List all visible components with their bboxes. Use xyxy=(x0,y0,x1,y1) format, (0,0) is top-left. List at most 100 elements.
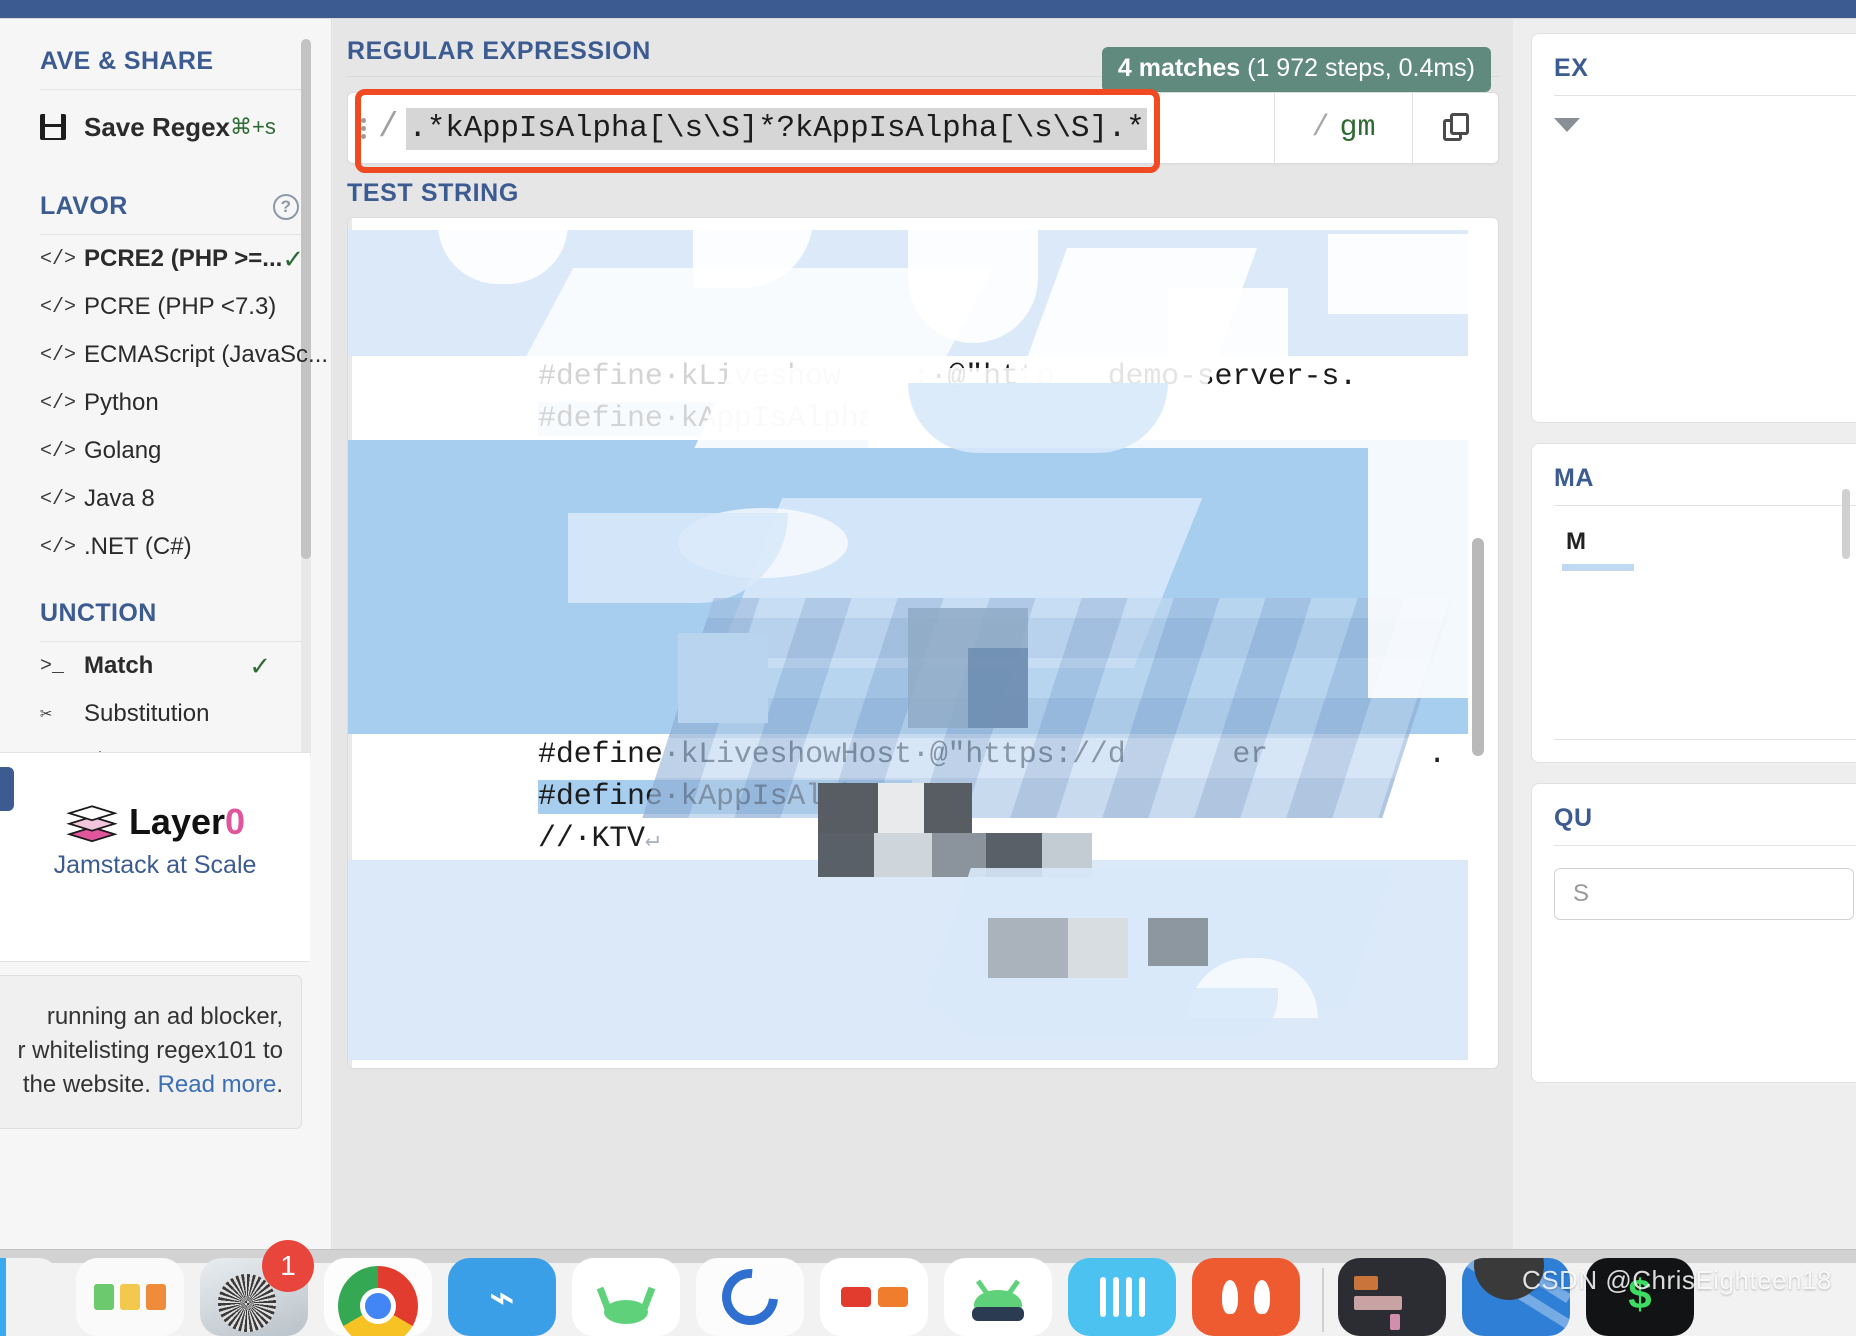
sidebar-item-flavor-java8[interactable]: </> Java 8 xyxy=(0,475,331,523)
test-string-line[interactable]: @"c417100d250532a 60513 27t 5b 88 74 9a1… xyxy=(348,650,1468,730)
sidebar-item-flavor-golang[interactable]: </> Golang xyxy=(0,427,331,475)
sidebar-item-flavor-pcre2[interactable]: </> PCRE2 (PHP >=... ✓ xyxy=(0,235,331,283)
macos-dock: 1 ⌁ $ CSDN @ChrisEighteen18 xyxy=(0,1240,1856,1336)
bluetooth-icon[interactable]: ⌁ xyxy=(448,1258,556,1336)
system-preferences-icon[interactable]: 1 xyxy=(200,1240,314,1336)
code-icon: </> xyxy=(40,391,77,415)
firefox-focus-icon[interactable] xyxy=(1192,1258,1300,1336)
layers-icon xyxy=(66,805,118,843)
match-information-item[interactable]: M xyxy=(1532,506,1856,556)
save-share-section-title: AVE & SHARE xyxy=(0,19,331,89)
android-studio-icon[interactable] xyxy=(572,1258,680,1336)
drag-handle-icon[interactable] xyxy=(348,93,378,163)
test-string-line[interactable]: #define·kLiveshowAppID·50↵ xyxy=(348,986,1468,1060)
sidebar-ad-panel[interactable]: Layer0 Jamstack at Scale xyxy=(0,752,310,962)
ad-logo: Layer0 xyxy=(0,801,310,843)
save-share-label: AVE & SHARE xyxy=(40,47,214,75)
regex-value: .*kAppIsAlpha[\s\S]*?kAppIsAlpha[\s\S].* xyxy=(406,108,1147,150)
match-information-title: MA xyxy=(1554,464,1595,492)
regex-input-row[interactable]: / .*kAppIsAlpha[\s\S]*?kAppIsAlpha[\s\S]… xyxy=(347,92,1499,164)
flags-value: gm xyxy=(1339,111,1376,145)
save-regex-label: Save Regex xyxy=(84,111,230,142)
test-string-line[interactable]: #define·kLive App gn· xyxy=(348,608,1468,688)
match-count-badge: 4 matches (1 972 steps, 0.4ms) xyxy=(1101,47,1491,92)
flavor-label: LAVOR xyxy=(40,192,128,220)
ad-logo-text: Layer0 xyxy=(129,801,245,843)
test-string-editor[interactable]: #define·kLiveshowAppSign· @"c417100d 9aa… xyxy=(347,217,1499,1069)
launchpad-icon[interactable] xyxy=(76,1258,184,1336)
test-string-line[interactable]: //·秀场直播↵ xyxy=(348,524,1468,604)
finder-icon[interactable] xyxy=(0,1258,60,1336)
chevron-down-icon[interactable] xyxy=(1554,118,1580,132)
main-content: REGULAR EXPRESSION 4 matches (1 972 step… xyxy=(333,19,1513,1249)
adblock-notice-line-3: the website. Read more. xyxy=(0,1068,283,1102)
code-icon: </> xyxy=(40,247,77,271)
quick-reference-search-input[interactable]: S xyxy=(1554,868,1854,920)
test-string-line[interactable]: //·KTV↵ xyxy=(348,776,1468,856)
csdn-watermark: CSDN @ChrisEighteen18 xyxy=(1521,1265,1832,1295)
sidebar-item-function-match[interactable]: >_ Match ✓ xyxy=(0,642,331,690)
code-icon: </> xyxy=(40,295,77,319)
sidebar-item-save-regex[interactable]: Save Regex ⌘+s xyxy=(0,90,331,164)
floppy-disk-icon xyxy=(40,114,84,140)
flavor-label-java8: Java 8 xyxy=(84,485,155,512)
sidebar-item-flavor-dotnet[interactable]: </> .NET (C#) xyxy=(0,523,331,571)
adblock-notice-text: the website. xyxy=(22,1071,158,1099)
help-circle-icon[interactable]: ? xyxy=(273,194,299,220)
test-string-line[interactable]: #define·kLiveshow :·@"http demo-server-s… xyxy=(348,314,1468,394)
function-label: UNCTION xyxy=(40,599,157,627)
right-panel: EX MA M QU S xyxy=(1513,19,1856,1249)
android-icon[interactable] xyxy=(944,1258,1052,1336)
sidebar-item-flavor-pcre[interactable]: </> PCRE (PHP <7.3) xyxy=(0,283,331,331)
flavor-label-dotnet: .NET (C#) xyxy=(84,533,192,560)
sidebar-item-function-substitution[interactable]: ✂ Substitution xyxy=(0,690,331,738)
function-label-substitution: Substitution xyxy=(84,700,210,727)
chrome-icon[interactable] xyxy=(324,1258,432,1336)
explanation-title: EX xyxy=(1554,54,1589,82)
copy-regex-button[interactable] xyxy=(1412,93,1498,163)
code-icon: </> xyxy=(40,343,77,367)
ad-tagline[interactable]: Jamstack at Scale xyxy=(0,851,310,880)
match-information-card[interactable]: MA M xyxy=(1531,443,1856,763)
code-icon: </> xyxy=(40,487,77,511)
right-panel-scroll-thumb[interactable] xyxy=(1842,489,1850,559)
test-string-line[interactable]: @"c417100d 9aa3a7e6 3fdc87ffac4 7b88 1dc… xyxy=(348,272,1468,352)
test-string-line[interactable]: ↵ xyxy=(348,398,1468,476)
flavor-label-pcre2: PCRE2 (PHP >=... xyxy=(84,245,283,272)
sidebar-item-flavor-ecmascript[interactable]: </> ECMAScript (JavaSc... xyxy=(0,331,331,379)
test-string-line[interactable]: #define·kLiveshowAppSign· xyxy=(348,230,1468,310)
test-string-line[interactable]: #define·kAppIsAlpha·0↵ xyxy=(348,734,1468,814)
test-string-line[interactable]: //·秀场直播↵ xyxy=(348,944,1468,1024)
code-icon: </> xyxy=(40,439,77,463)
test-string-scroll-thumb[interactable] xyxy=(1472,538,1484,756)
test-string-content[interactable]: #define·kLiveshowAppSign· @"c417100d 9aa… xyxy=(348,230,1468,1060)
test-string-line[interactable]: #define·kKTVAppID·3324 xyxy=(348,818,1468,898)
function-label-match: Match xyxy=(84,652,154,679)
divider xyxy=(1554,95,1856,96)
test-string-line[interactable]: #define·k show ID·5 1 xyxy=(348,566,1468,646)
read-more-link[interactable]: Read more xyxy=(158,1071,277,1098)
test-string-line[interactable]: ↵ xyxy=(348,902,1468,980)
test-string-line[interactable]: #define·kLiveshowHost·@"https://d er . xyxy=(348,692,1468,772)
regex-flags[interactable]: / gm xyxy=(1274,93,1412,163)
trello-icon[interactable] xyxy=(820,1258,928,1336)
simulator-icon[interactable] xyxy=(1068,1258,1176,1336)
ad-logo-word: Layer xyxy=(128,801,226,842)
match-count: 4 matches xyxy=(1117,54,1241,82)
divider xyxy=(1554,845,1856,846)
test-string-line[interactable]: #define·kKTVSign·#define·k 9↵ xyxy=(348,860,1468,940)
dock-separator xyxy=(1322,1267,1324,1332)
test-string-line[interactable]: #define·kLiveshowAppSign· xyxy=(348,1028,1468,1060)
check-icon: ✓ xyxy=(282,243,305,274)
adblock-notice-line-1: running an ad blocker, xyxy=(46,1003,283,1030)
sidebar-item-flavor-python[interactable]: </> Python xyxy=(0,379,331,427)
test-string-line[interactable]: #define·kAppIsAlpha·0↵ xyxy=(348,440,1468,520)
explanation-card[interactable]: EX xyxy=(1531,33,1856,423)
regex101-window: AVE & SHARE Save Regex ⌘+s LAVOR ? </> P… xyxy=(0,0,1856,1336)
test-string-line[interactable]: #define·kAppIsAlpha·0↵ xyxy=(348,356,1468,436)
edge-icon[interactable] xyxy=(696,1257,804,1336)
test-string-line[interactable]: ↵ xyxy=(348,482,1468,560)
regex-input[interactable]: .*kAppIsAlpha[\s\S]*?kAppIsAlpha[\s\S].* xyxy=(406,93,1274,163)
terminal-icon[interactable] xyxy=(1338,1258,1446,1336)
quick-reference-card[interactable]: QU S xyxy=(1531,783,1856,1083)
